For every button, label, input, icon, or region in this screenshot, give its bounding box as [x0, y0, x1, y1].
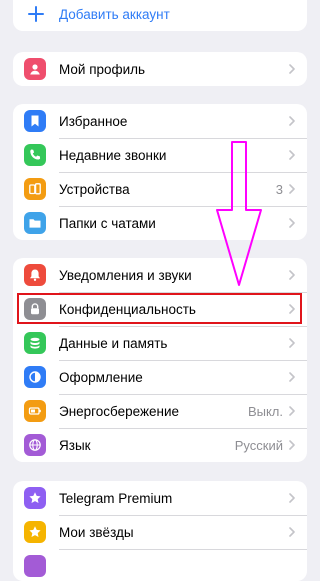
menu-item-label: Папки с чатами [59, 215, 156, 231]
menu-item-label: Мои звёзды [59, 524, 134, 540]
chevron-right-icon [289, 304, 295, 314]
chevron-right-icon [289, 440, 295, 450]
menu-item-my-profile[interactable]: Мой профиль [13, 52, 307, 86]
chevron-right-icon [289, 527, 295, 537]
menu-item-data-storage[interactable]: Данные и память [13, 326, 307, 360]
menu-item-notifications[interactable]: Уведомления и звуки [13, 258, 307, 292]
chevron-right-icon [289, 150, 295, 160]
menu-item-language[interactable]: Язык Русский [13, 428, 307, 462]
chevron-right-icon [289, 270, 295, 280]
power-saving-value: Выкл. [247, 403, 283, 419]
settings-group: Уведомления и звуки Конфиденциальность Д… [13, 258, 307, 462]
star-icon [24, 521, 46, 543]
menu-item-label: Мой профиль [59, 61, 146, 77]
premium-group: Telegram Premium Мои звёзды [13, 481, 307, 581]
bell-icon [24, 264, 46, 286]
menu-item-privacy[interactable]: Конфиденциальность [13, 292, 307, 326]
chevron-right-icon [289, 372, 295, 382]
menu-item-label: Избранное [59, 113, 128, 129]
menu-item-appearance[interactable]: Оформление [13, 360, 307, 394]
add-account-button[interactable]: Добавить аккаунт [13, 0, 307, 31]
chevron-right-icon [289, 338, 295, 348]
menu-item-label: Язык [59, 437, 91, 453]
devices-icon [24, 178, 46, 200]
globe-icon [24, 434, 46, 456]
folder-icon [24, 212, 46, 234]
language-value: Русский [234, 437, 283, 453]
menu-item-power-saving[interactable]: Энергосбережение Выкл. [13, 394, 307, 428]
devices-count: 3 [275, 181, 283, 197]
menu-item-label: Данные и память [59, 335, 168, 351]
lock-icon [24, 298, 46, 320]
star-icon [24, 487, 46, 509]
menu-item-favorites[interactable]: Избранное [13, 104, 307, 138]
profile-group: Мой профиль [13, 52, 307, 86]
menu-item-my-stars[interactable]: Мои звёзды [13, 515, 307, 549]
chevron-right-icon [289, 64, 295, 74]
person-icon [24, 58, 46, 80]
general-group: Избранное Недавние звонки Устройства 3 П… [13, 104, 307, 240]
battery-icon [24, 400, 46, 422]
menu-item-partial[interactable] [13, 549, 307, 581]
menu-item-label: Недавние звонки [59, 147, 167, 163]
menu-item-devices[interactable]: Устройства 3 [13, 172, 307, 206]
menu-item-label: Уведомления и звуки [59, 267, 192, 283]
menu-item-label: Оформление [59, 369, 143, 385]
chevron-right-icon [289, 116, 295, 126]
partial-icon [24, 555, 46, 577]
menu-item-telegram-premium[interactable]: Telegram Premium [13, 481, 307, 515]
menu-item-recent-calls[interactable]: Недавние звонки [13, 138, 307, 172]
add-account-label: Добавить аккаунт [59, 7, 170, 22]
menu-item-label: Устройства [59, 181, 130, 197]
database-icon [24, 332, 46, 354]
chevron-right-icon [289, 218, 295, 228]
menu-item-chat-folders[interactable]: Папки с чатами [13, 206, 307, 240]
plus-icon [28, 6, 44, 22]
chevron-right-icon [289, 493, 295, 503]
add-account-group: Добавить аккаунт [13, 0, 307, 31]
menu-item-label: Конфиденциальность [59, 301, 196, 317]
appearance-icon [24, 366, 46, 388]
chevron-right-icon [289, 184, 295, 194]
phone-icon [24, 144, 46, 166]
chevron-right-icon [289, 406, 295, 416]
menu-item-label: Telegram Premium [59, 490, 173, 506]
bookmark-icon [24, 110, 46, 132]
menu-item-label: Энергосбережение [59, 403, 180, 419]
